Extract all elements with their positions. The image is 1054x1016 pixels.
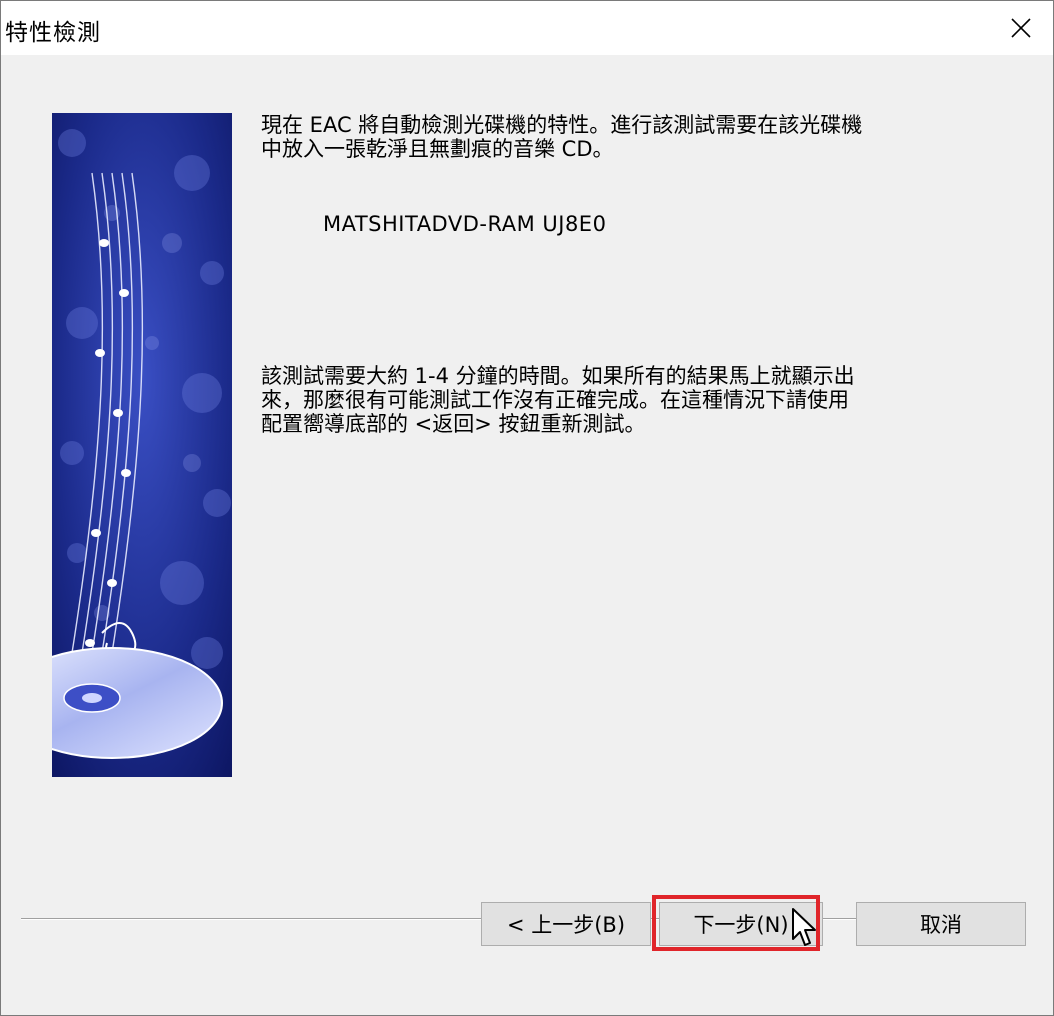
mouse-pointer-icon	[792, 908, 816, 946]
device-name: MATSHITADVD-RAM UJ8E0	[323, 212, 607, 236]
wizard-dialog: 特性檢測 現在 EAC 將自動檢測光碟機的特性。進行該測試需要在該光碟機 中放入…	[0, 0, 1054, 1016]
window-title: 特性檢測	[5, 20, 101, 46]
title-bar: 特性檢測	[1, 1, 1053, 55]
back-button[interactable]: < 上一步(B)	[481, 902, 651, 946]
cancel-button[interactable]: 取消	[856, 902, 1026, 946]
dialog-body: 現在 EAC 將自動檢測光碟機的特性。進行該測試需要在該光碟機 中放入一張乾淨且…	[1, 55, 1053, 1015]
close-icon	[1011, 18, 1031, 38]
wizard-side-image	[52, 113, 232, 777]
intro-text: 現在 EAC 將自動檢測光碟機的特性。進行該測試需要在該光碟機 中放入一張乾淨且…	[261, 113, 863, 161]
note-text: 該測試需要大約 1-4 分鐘的時間。如果所有的結果馬上就顯示出 來，那麼很有可能…	[261, 364, 855, 436]
close-button[interactable]	[989, 1, 1053, 55]
